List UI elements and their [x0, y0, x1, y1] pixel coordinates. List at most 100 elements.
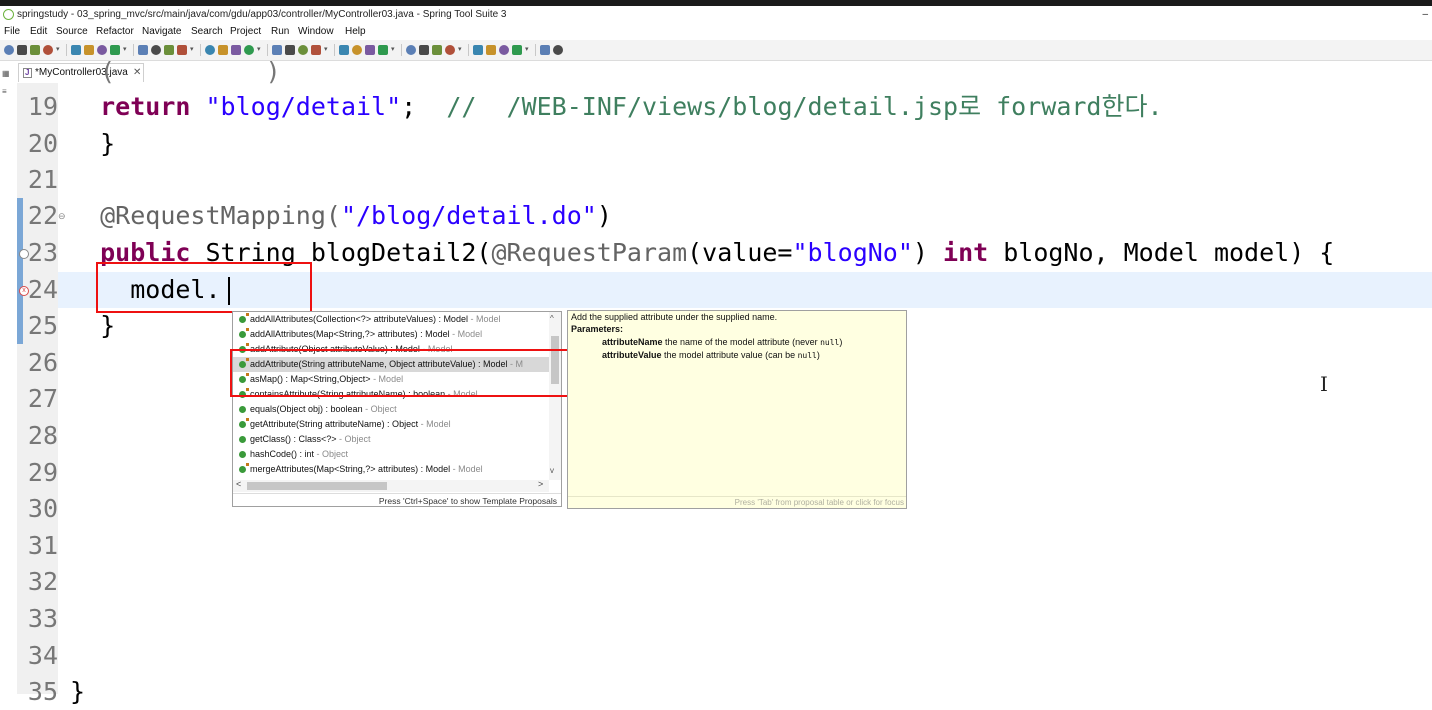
content-assist-popup[interactable]: mergeAttributes(Map<String,?> attributes… — [232, 311, 562, 507]
proposal-item[interactable]: equals(Object obj) : boolean - Object — [233, 402, 549, 417]
proposal-owner: - Model — [450, 464, 483, 474]
javadoc-popup[interactable]: Add the supplied attribute under the sup… — [567, 310, 907, 509]
proposal-item[interactable]: addAllAttributes(Map<String,?> attribute… — [233, 327, 549, 342]
dropdown-arrow-icon[interactable]: ▾ — [391, 44, 395, 56]
proposal-item[interactable]: mergeAttributes(Map<String,?> attributes… — [233, 462, 549, 477]
proposal-signature: equals(Object obj) : boolean — [250, 404, 363, 414]
line-number: 35 — [27, 677, 58, 706]
code-line-25[interactable]: } — [70, 308, 115, 344]
package-explorer-icon[interactable]: ▦ — [2, 69, 10, 78]
stop-icon[interactable] — [285, 45, 295, 55]
pin-editor-icon[interactable] — [553, 45, 563, 55]
line-number: 28 — [27, 421, 58, 450]
nav-forward-icon[interactable] — [540, 45, 550, 55]
doc-description: Add the supplied attribute under the sup… — [571, 312, 778, 322]
save-icon[interactable] — [17, 45, 27, 55]
search-icon[interactable] — [311, 45, 321, 55]
closing-brace: } — [70, 677, 86, 706]
menu-edit[interactable]: Edit — [30, 24, 47, 40]
string-literal: "blogNo" — [792, 238, 913, 267]
code-line-20[interactable]: } — [70, 126, 115, 162]
scroll-up-icon[interactable]: ^ — [550, 314, 554, 323]
line-number: 21 — [27, 165, 58, 194]
toolbar-separator — [535, 44, 536, 56]
code-line-partial: ( ) — [100, 57, 281, 86]
method-icon — [239, 313, 249, 323]
method-icon — [239, 418, 249, 428]
select-icon[interactable] — [84, 45, 94, 55]
proposal-item[interactable]: addAllAttributes(Collection<?> attribute… — [233, 312, 549, 327]
code-line-22[interactable]: @RequestMapping("/blog/detail.do") — [70, 198, 612, 234]
code-line-19[interactable]: return "blog/detail"; // /WEB-INF/views/… — [70, 89, 1162, 125]
highlight-box-model — [96, 262, 312, 313]
menu-file[interactable]: File — [4, 24, 20, 40]
proposals-footer: Press 'Ctrl+Space' to show Template Prop… — [233, 493, 561, 506]
line-number: 19 — [27, 92, 58, 121]
menu-run[interactable]: Run — [271, 24, 289, 40]
menu-help[interactable]: Help — [345, 24, 366, 40]
ibeam-cursor-icon: I — [1320, 372, 1328, 396]
paren: ) — [596, 201, 612, 230]
fold-toggle-icon[interactable]: ⊖ — [58, 211, 66, 222]
new-icon[interactable] — [4, 45, 14, 55]
menu-refactor[interactable]: Refactor — [96, 24, 134, 40]
proposal-signature: getClass() : Class<?> — [250, 434, 337, 444]
open-folder-icon[interactable] — [365, 45, 375, 55]
line-number: 25 — [27, 311, 58, 340]
scroll-left-icon[interactable]: < — [236, 479, 241, 489]
dropdown-arrow-icon[interactable]: ▾ — [56, 44, 60, 56]
proposal-item[interactable]: getClass() : Class<?> - Object — [233, 432, 549, 447]
menu-source[interactable]: Source — [56, 24, 88, 40]
print-icon[interactable] — [43, 45, 53, 55]
proposal-label: mergeAttributes(Map<String,?> attributes… — [250, 462, 483, 477]
left-gutter: ≡ — [0, 83, 16, 694]
gear-icon[interactable] — [352, 45, 362, 55]
marker-icon[interactable] — [419, 45, 429, 55]
toggle-icon[interactable] — [71, 45, 81, 55]
minimize-button[interactable]: – — [1422, 6, 1428, 24]
tasks-icon[interactable] — [339, 45, 349, 55]
brush-icon[interactable] — [406, 45, 416, 55]
param-name: attributeValue — [602, 350, 662, 360]
code-line-35[interactable]: } — [70, 674, 85, 710]
proposals-horizontal-scrollbar[interactable]: < > — [233, 479, 549, 492]
menu-search[interactable]: Search — [191, 24, 223, 40]
error-marker-icon[interactable]: x — [19, 286, 29, 296]
menu-project[interactable]: Project — [230, 24, 261, 40]
outline-icon[interactable]: ≡ — [2, 87, 7, 96]
dropdown-arrow-icon[interactable]: ▾ — [458, 44, 462, 56]
param-desc: the name of the model attribute (never — [662, 337, 821, 347]
annotation: @RequestParam — [491, 238, 688, 267]
back-icon[interactable] — [486, 45, 496, 55]
scroll-down-icon[interactable]: v — [550, 466, 554, 475]
closing-brace: } — [100, 311, 116, 340]
warning-marker-icon[interactable] — [19, 249, 29, 259]
semicolon: ; — [401, 92, 417, 121]
forward-icon[interactable] — [499, 45, 509, 55]
method-icon — [239, 406, 246, 413]
menu-window[interactable]: Window — [298, 24, 334, 40]
dropdown-arrow-icon[interactable]: ▾ — [525, 44, 529, 56]
doc-footer: Press 'Tab' from proposal table or click… — [568, 496, 906, 508]
proposal-signature: addAllAttributes(Map<String,?> attribute… — [250, 329, 450, 339]
string-literal: "blog/detail" — [205, 92, 402, 121]
line-number: 22 — [27, 201, 58, 230]
scroll-right-icon[interactable]: > — [538, 479, 543, 489]
toolbar-separator — [401, 44, 402, 56]
menu-navigate[interactable]: Navigate — [142, 24, 181, 40]
line-number: 34 — [27, 641, 58, 670]
proposal-owner: - Model — [418, 419, 451, 429]
scroll-thumb[interactable] — [247, 482, 387, 490]
build-icon[interactable] — [378, 45, 388, 55]
deploy-icon[interactable] — [298, 45, 308, 55]
proposal-owner: - Object — [362, 404, 397, 414]
proposal-item[interactable]: hashCode() : int - Object — [233, 447, 549, 462]
globe-icon[interactable] — [432, 45, 442, 55]
down-icon[interactable] — [445, 45, 455, 55]
doc-param-1: attributeName the name of the model attr… — [602, 337, 842, 347]
up-icon[interactable] — [473, 45, 483, 55]
save-all-icon[interactable] — [30, 45, 40, 55]
proposal-item[interactable]: getAttribute(String attributeName) : Obj… — [233, 417, 549, 432]
dropdown-arrow-icon[interactable]: ▾ — [324, 44, 328, 56]
nav-back-icon[interactable] — [512, 45, 522, 55]
